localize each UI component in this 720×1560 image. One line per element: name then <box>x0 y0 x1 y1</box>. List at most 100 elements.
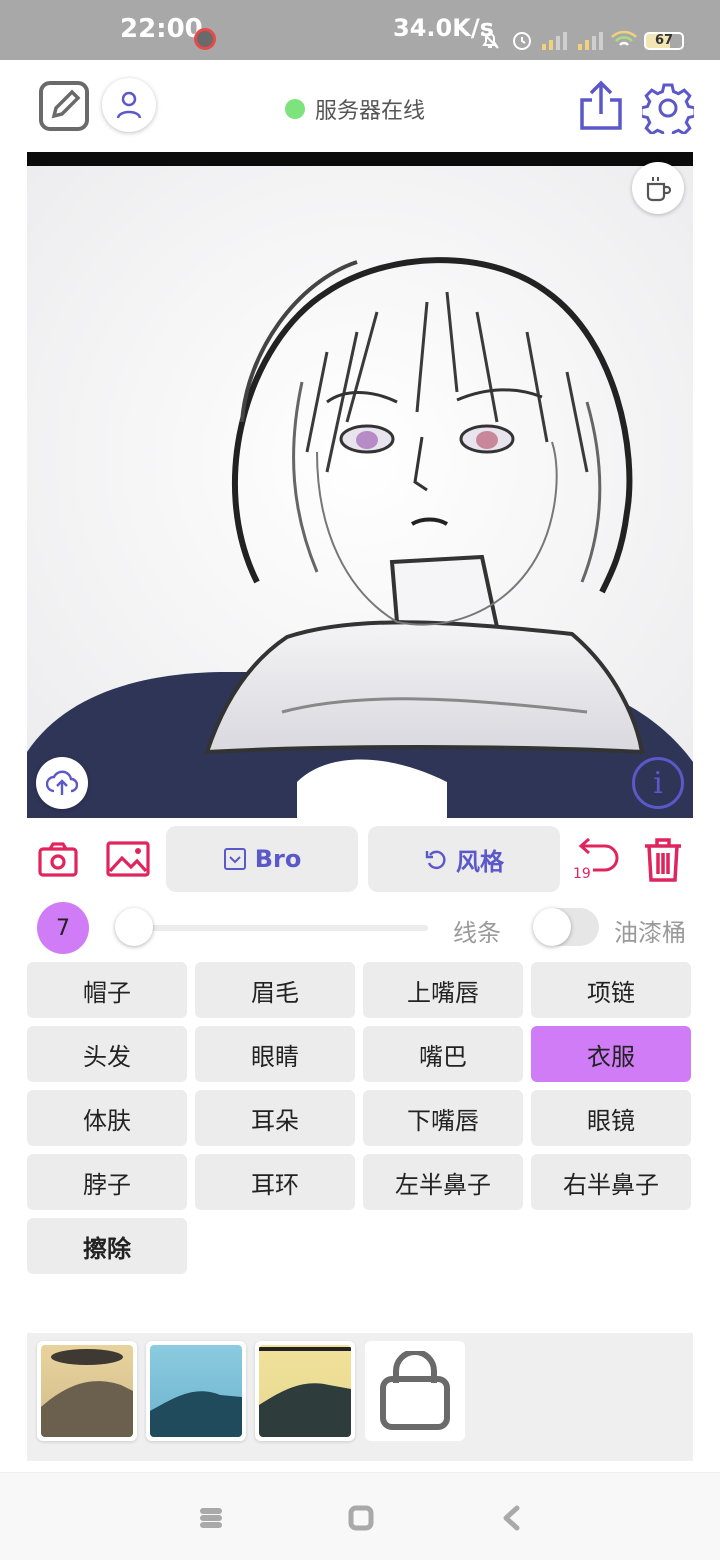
user-icon <box>116 91 142 119</box>
segment-label: 左半鼻子 <box>395 1170 491 1199</box>
server-status: 服务器在线 <box>285 93 425 125</box>
system-nav-bar <box>0 1472 720 1560</box>
share-icon <box>580 80 622 130</box>
segment-label: 项链 <box>587 978 635 1007</box>
mute-bell-icon <box>481 31 499 49</box>
style-thumbnail-1[interactable] <box>37 1341 137 1441</box>
donate-button[interactable] <box>632 162 684 214</box>
undo-count: 19 <box>573 866 591 882</box>
refresh-icon <box>425 850 446 870</box>
account-button[interactable] <box>102 78 156 132</box>
segment-earrings[interactable]: 耳环 <box>195 1154 355 1210</box>
wifi-icon <box>611 30 637 46</box>
style-thumbnail-3[interactable] <box>255 1341 355 1441</box>
segment-label: 头发 <box>83 1042 131 1071</box>
menu-icon <box>200 1508 222 1528</box>
info-button[interactable]: i <box>632 757 684 809</box>
back-chevron-icon <box>503 1505 520 1531</box>
style-button[interactable]: 风格 <box>368 826 560 892</box>
drawing-canvas[interactable]: i <box>27 152 693 818</box>
segment-eyebrows[interactable]: 眉毛 <box>195 962 355 1018</box>
style-thumbnail-2[interactable] <box>146 1341 246 1441</box>
segment-necklace[interactable]: 项链 <box>531 962 691 1018</box>
settings-button[interactable] <box>642 82 694 134</box>
segment-label: 脖子 <box>83 1170 131 1199</box>
segment-eyes[interactable]: 眼睛 <box>195 1026 355 1082</box>
shopping-bag-icon <box>380 1351 450 1430</box>
checkbox-icon <box>223 848 246 870</box>
camera-icon <box>38 842 78 877</box>
screen-recorder-icon <box>194 28 216 50</box>
undo-button[interactable]: 19 <box>573 836 623 882</box>
home-button[interactable] <box>348 1505 374 1531</box>
line-mode-label: 线条 <box>453 919 501 947</box>
style-store-button[interactable] <box>365 1341 465 1441</box>
segment-mouth[interactable]: 嘴巴 <box>363 1026 523 1082</box>
style-preview-image <box>150 1345 242 1437</box>
server-status-label: 服务器在线 <box>315 99 426 124</box>
segment-label: 嘴巴 <box>419 1042 467 1071</box>
segment-label: 右半鼻子 <box>563 1170 659 1199</box>
segment-label: 眉毛 <box>251 978 299 1007</box>
brush-size-slider-thumb[interactable] <box>115 908 153 946</box>
edit-square-icon <box>39 81 89 131</box>
segment-label: 体肤 <box>83 1106 131 1135</box>
segment-right-nose[interactable]: 右半鼻子 <box>531 1154 691 1210</box>
segment-label: 眼镜 <box>587 1106 635 1135</box>
segment-label: 衣服 <box>587 1042 635 1071</box>
style-button-label: 风格 <box>456 847 504 876</box>
mask-button[interactable]: Bro <box>166 826 358 892</box>
brush-size-slider[interactable] <box>118 925 428 931</box>
bucket-toggle-knob <box>533 908 571 946</box>
status-bar: 22:00 34.0K/s 67 <box>0 0 720 60</box>
segment-label: 耳环 <box>251 1170 299 1199</box>
recents-button[interactable] <box>198 1505 224 1531</box>
segment-label: 耳朵 <box>251 1106 299 1135</box>
segment-glasses[interactable]: 眼镜 <box>531 1090 691 1146</box>
delete-button[interactable] <box>639 836 687 884</box>
status-time: 22:00 <box>120 14 203 44</box>
segment-label: 擦除 <box>83 1234 131 1263</box>
segment-label: 帽子 <box>83 978 131 1007</box>
bucket-toggle[interactable] <box>533 908 599 946</box>
segment-erase[interactable]: 擦除 <box>27 1218 187 1274</box>
share-button[interactable] <box>578 80 624 132</box>
alarm-icon <box>513 32 531 50</box>
style-preview-image <box>41 1345 133 1437</box>
style-preview-image <box>259 1345 351 1437</box>
segment-label: 下嘴唇 <box>407 1106 479 1135</box>
back-button[interactable] <box>500 1505 524 1531</box>
new-sketch-button[interactable] <box>38 80 90 132</box>
brush-size-value: 7 <box>56 915 70 941</box>
segment-label: 眼睛 <box>251 1042 299 1071</box>
segment-lower-lip[interactable]: 下嘴唇 <box>363 1090 523 1146</box>
upload-button[interactable] <box>36 757 88 809</box>
style-tray <box>27 1333 693 1461</box>
camera-button[interactable] <box>37 840 79 878</box>
segment-left-nose[interactable]: 左半鼻子 <box>363 1154 523 1210</box>
coffee-icon <box>646 177 672 202</box>
segment-label: 上嘴唇 <box>407 978 479 1007</box>
image-icon <box>106 841 150 877</box>
battery-indicator: 67 <box>644 32 684 50</box>
gear-icon <box>642 83 694 134</box>
home-square-icon <box>348 1505 374 1531</box>
info-icon: i <box>653 765 663 801</box>
bucket-mode-label: 油漆桶 <box>614 919 686 947</box>
segment-clothes[interactable]: 衣服 <box>531 1026 691 1082</box>
segment-neck[interactable]: 脖子 <box>27 1154 187 1210</box>
segment-skin[interactable]: 体肤 <box>27 1090 187 1146</box>
segment-ears[interactable]: 耳朵 <box>195 1090 355 1146</box>
generated-portrait-image <box>27 166 693 818</box>
segment-hat[interactable]: 帽子 <box>27 962 187 1018</box>
segment-upper-lip[interactable]: 上嘴唇 <box>363 962 523 1018</box>
trash-icon <box>645 838 681 882</box>
mask-button-label: Bro <box>254 845 302 873</box>
gallery-button[interactable] <box>105 840 151 878</box>
canvas-toolbar: Bro 风格 19 <box>27 826 693 892</box>
brush-size-badge: 7 <box>37 902 89 954</box>
online-dot-icon <box>285 99 305 119</box>
upload-cloud-icon <box>46 770 78 795</box>
segment-hair[interactable]: 头发 <box>27 1026 187 1082</box>
signal-icon-1 <box>542 32 567 50</box>
